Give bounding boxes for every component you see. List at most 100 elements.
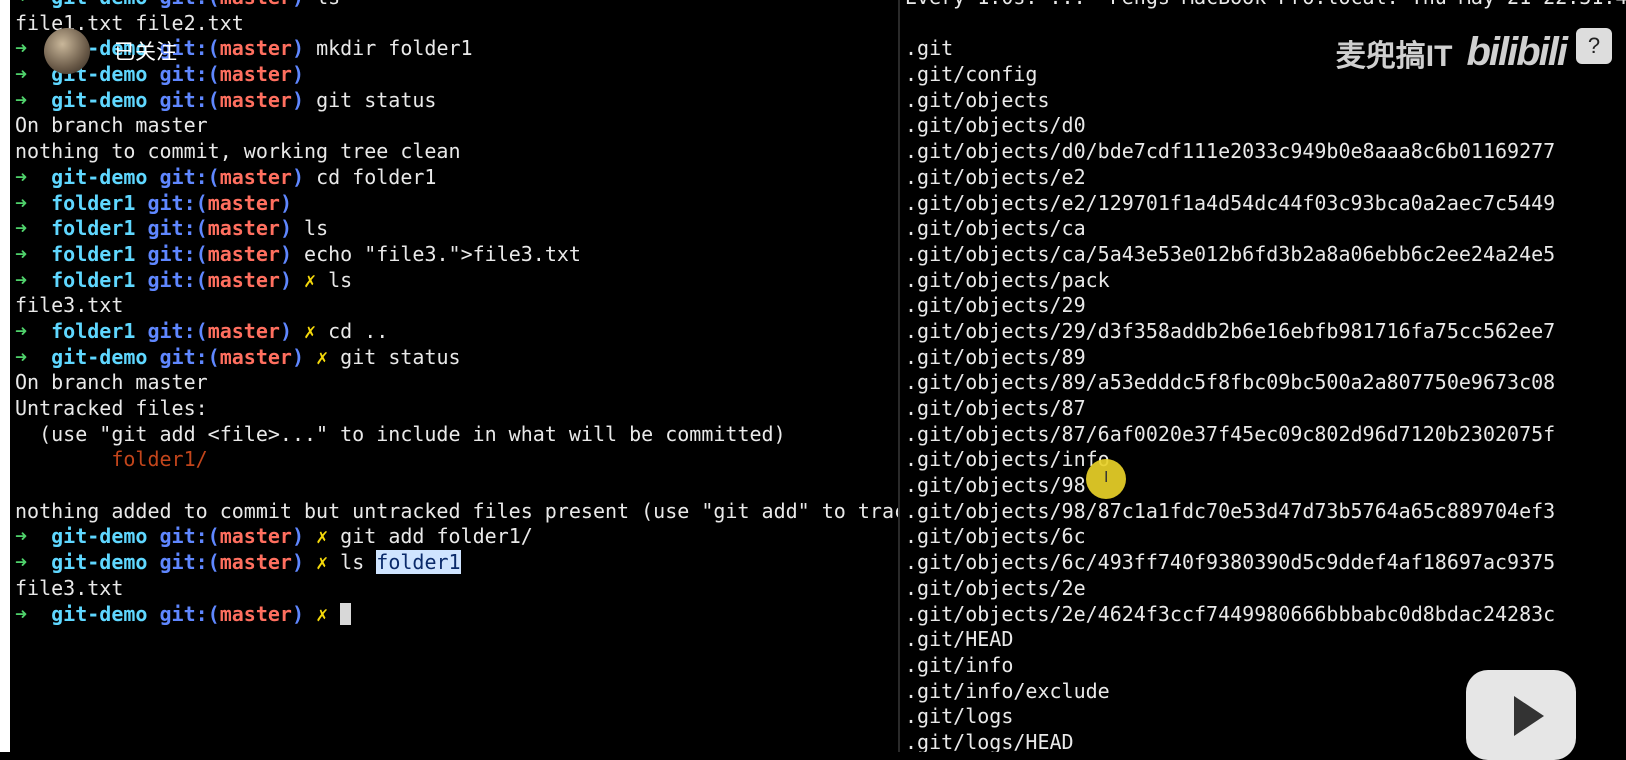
command-text: ls xyxy=(328,267,353,292)
selected-text: folder1 xyxy=(376,550,461,575)
output-text: Untracked files: xyxy=(15,396,208,420)
prompt-git-label-close: ) xyxy=(279,241,292,266)
prompt-directory: git-demo xyxy=(51,524,148,549)
prompt-branch: master xyxy=(207,241,280,266)
dirty-mark-icon: ✗ xyxy=(304,267,317,292)
watch-list-line: .git/objects/ca/5a43e53e012b6fd3b2a8a06e… xyxy=(905,241,1556,266)
prompt-branch: master xyxy=(219,36,292,61)
prompt-git-label: git:( xyxy=(147,318,208,343)
avatar[interactable] xyxy=(44,28,90,74)
left-terminal-output: ➜ git-demo git:(master) lsfile1.txt file… xyxy=(15,0,898,627)
prompt-git-label-close: ) xyxy=(291,36,305,61)
prompt-branch: master xyxy=(219,601,292,626)
prompt-arrow-icon: ➜ xyxy=(15,216,52,241)
prompt-arrow-icon: ➜ xyxy=(15,241,52,266)
mouse-pointer-highlight: I xyxy=(1086,459,1126,499)
prompt-git-label: git:( xyxy=(159,344,220,369)
terminal-output-line: (use "git add <file>..." to include in w… xyxy=(15,422,898,448)
command-text: git status xyxy=(316,87,437,112)
prompt-git-label-close: ) xyxy=(279,267,292,292)
follow-status-label[interactable]: 已关注 xyxy=(114,36,177,66)
terminal-output-line: nothing to commit, working tree clean xyxy=(15,139,898,165)
prompt-git-label: git:( xyxy=(159,164,220,189)
prompt-git-label: git:( xyxy=(160,0,220,9)
left-terminal-pane[interactable]: ➜ git-demo git:(master) lsfile1.txt file… xyxy=(0,0,898,752)
prompt-arrow-icon: ➜ xyxy=(15,190,52,215)
terminal-prompt-line: ➜ git-demo git:(master) ✗ ls folder1 xyxy=(15,550,898,576)
terminal-output-line: On branch master xyxy=(15,113,898,139)
watch-list-line: .git/objects/e2/129701f1a4d54dc44f03c93b… xyxy=(905,190,1556,215)
watch-list-line: .git/objects/6c/493ff740f9380390d5c9ddef… xyxy=(905,550,1556,575)
watch-list-line: .git/objects/ca xyxy=(905,216,1086,241)
prompt-directory: folder1 xyxy=(51,267,136,292)
terminal-output-line: folder1/ xyxy=(15,447,898,473)
watch-list-line: .git/objects/d0/bde7cdf111e2033c949b0e8a… xyxy=(905,139,1556,164)
watch-list-line: .git/objects/2e/4624f3ccf7449980666bbbab… xyxy=(905,601,1556,626)
follow-badge[interactable]: 已关注 xyxy=(44,28,177,74)
output-text: nothing added to commit but untracked fi… xyxy=(15,498,898,523)
command-text: cd .. xyxy=(328,318,389,343)
prompt-git-label: git:( xyxy=(147,241,208,266)
watch-list-line: .git/objects/98/87c1a1fdc70e53d47d73b576… xyxy=(905,498,1556,523)
prompt-git-label-close: ) xyxy=(291,601,305,626)
prompt-branch: master xyxy=(219,344,292,369)
prompt-git-label-close: ) xyxy=(291,524,305,549)
terminal-output-line: On branch master xyxy=(15,370,898,396)
prompt-branch: master xyxy=(219,164,292,189)
prompt-git-label-close: ) xyxy=(279,318,292,343)
prompt-directory: git-demo xyxy=(51,164,148,189)
watch-list-line: .git/objects/e2 xyxy=(905,164,1086,189)
dirty-mark-icon: ✗ xyxy=(316,550,329,575)
prompt-git-label: git:( xyxy=(147,216,208,241)
terminal-prompt-line: ➜ folder1 git:(master) ls xyxy=(15,216,898,242)
prompt-arrow-icon: ➜ xyxy=(15,524,52,549)
watch-list-line: .git/objects/89/a53edddc5f8fbc09bc500a2a… xyxy=(905,370,1556,395)
prompt-directory: folder1 xyxy=(51,216,136,241)
prompt-arrow-icon: ➜ xyxy=(15,601,52,626)
watch-list-line: .git/objects/6c xyxy=(905,524,1086,549)
terminal-prompt-line: ➜ folder1 git:(master) echo "file3.">fil… xyxy=(15,242,898,268)
terminal-prompt-line: ➜ git-demo git:(master) ✗ git add folder… xyxy=(15,524,898,550)
prompt-branch: master xyxy=(219,550,292,575)
terminal-prompt-line: ➜ git-demo git:(master) cd folder1 xyxy=(15,165,898,191)
prompt-git-label-close: ) xyxy=(291,550,305,575)
watch-list-line: .git/objects/d0 xyxy=(905,113,1086,138)
command-text: echo "file3.">file3.txt xyxy=(304,241,581,266)
prompt-git-label: git:( xyxy=(147,267,208,292)
watch-list-line: .git/objects/2e xyxy=(905,575,1086,600)
terminal-cursor xyxy=(340,602,352,625)
right-terminal-output: Every 1.0s: ... Fengs-MacBook-Pro.local:… xyxy=(905,0,1626,752)
watch-list-line: .git/objects/98 xyxy=(905,473,1086,498)
right-terminal-pane[interactable]: Every 1.0s: ... Fengs-MacBook-Pro.local:… xyxy=(900,0,1626,752)
prompt-directory: git-demo xyxy=(51,550,148,575)
output-text: On branch master xyxy=(15,113,208,138)
prompt-arrow-icon: ➜ xyxy=(15,318,52,343)
prompt-branch: master xyxy=(219,87,292,112)
prompt-branch: master xyxy=(207,216,280,241)
prompt-git-label: git:( xyxy=(159,550,220,575)
close-icon[interactable]: ? xyxy=(1576,28,1612,64)
prompt-directory: git-demo xyxy=(51,601,148,626)
prompt-arrow-icon: ➜ xyxy=(15,267,52,292)
terminal-output-line: Untracked files: xyxy=(15,396,898,422)
output-text: folder1/ xyxy=(15,447,208,472)
terminal-prompt-line: ➜ git-demo git:(master) ls xyxy=(15,0,898,11)
watch-header: Every 1.0s: ... Fengs-MacBook-Pro.local:… xyxy=(905,0,1626,11)
prompt-branch: master xyxy=(207,267,280,292)
output-text: file3.txt xyxy=(15,575,124,600)
terminal-prompt-line: ➜ folder1 git:(master) ✗ cd .. xyxy=(15,319,898,345)
prompt-directory: folder1 xyxy=(51,318,136,343)
tv-play-icon[interactable] xyxy=(1466,670,1576,760)
prompt-git-label: git:( xyxy=(159,601,220,626)
prompt-arrow-icon: ➜ xyxy=(15,344,52,369)
watch-list-line: .git/objects/29 xyxy=(905,293,1086,318)
prompt-directory: git-demo xyxy=(51,344,148,369)
dirty-mark-icon: ✗ xyxy=(316,344,329,369)
terminal-output-line: file3.txt xyxy=(15,293,898,319)
text-cursor-icon: I xyxy=(1104,469,1109,486)
prompt-branch: master xyxy=(219,524,292,549)
output-text: (use "git add <file>..." to include in w… xyxy=(15,421,786,446)
prompt-git-label-close: ) xyxy=(291,62,305,87)
prompt-git-label-close: ) xyxy=(279,216,292,241)
